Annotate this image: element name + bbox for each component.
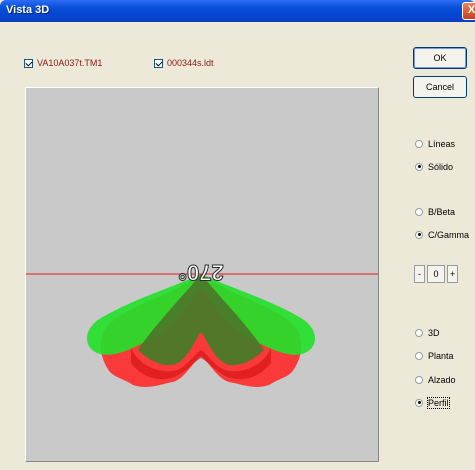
radio-lineas[interactable]: Líneas [415,137,455,150]
radio-icon[interactable] [415,375,423,384]
radio-planta[interactable]: Planta [415,349,454,362]
title-bar: Vista 3D X [0,0,475,22]
close-button[interactable]: X [462,2,475,20]
radio-icon[interactable] [415,139,423,148]
radio-icon[interactable] [415,207,423,216]
ok-button[interactable]: OK [413,47,467,69]
3d-view-canvas: 270° [26,260,378,387]
file-checkbox-1[interactable]: VA10A037t.TM1 [24,56,102,70]
step-value[interactable]: 0 [427,265,445,283]
radio-beta[interactable]: B/Beta [415,205,455,218]
radio-gamma[interactable]: C/Gamma [415,228,469,241]
checkbox-checked-icon[interactable] [24,58,33,68]
radio-solido[interactable]: Sólido [415,160,453,173]
radio-icon[interactable] [415,328,423,337]
window-title: Vista 3D [6,4,50,16]
radio-selected-icon[interactable] [415,230,423,239]
radio-3d-label: 3D [428,327,440,338]
radio-planta-label: Planta [428,350,454,361]
file-label-2: 000344s.ldt [167,58,214,68]
3d-viewport[interactable]: 270° [25,87,379,462]
angle-label: 270° [178,260,224,285]
radio-alzado[interactable]: Alzado [415,373,456,386]
radio-perfil[interactable]: Perfil [415,396,450,409]
radio-icon[interactable] [415,351,423,360]
step-control: - 0 + [414,265,458,283]
radio-beta-label: B/Beta [428,206,456,217]
file-checkbox-2[interactable]: 000344s.ldt [154,56,214,70]
radio-perfil-label: Perfil [427,396,450,409]
increment-button[interactable]: + [447,265,458,283]
decrement-button[interactable]: - [414,265,425,283]
radio-alzado-label: Alzado [428,374,456,385]
radio-selected-icon[interactable] [415,162,423,171]
cancel-button[interactable]: Cancel [413,76,467,98]
radio-solido-label: Sólido [428,161,454,172]
checkbox-checked-icon[interactable] [154,58,163,68]
radio-gamma-label: C/Gamma [428,229,470,240]
radio-selected-icon[interactable] [415,398,423,407]
file-label-1: VA10A037t.TM1 [37,58,103,68]
radio-lineas-label: Líneas [428,138,456,149]
radio-3d[interactable]: 3D [415,326,440,339]
